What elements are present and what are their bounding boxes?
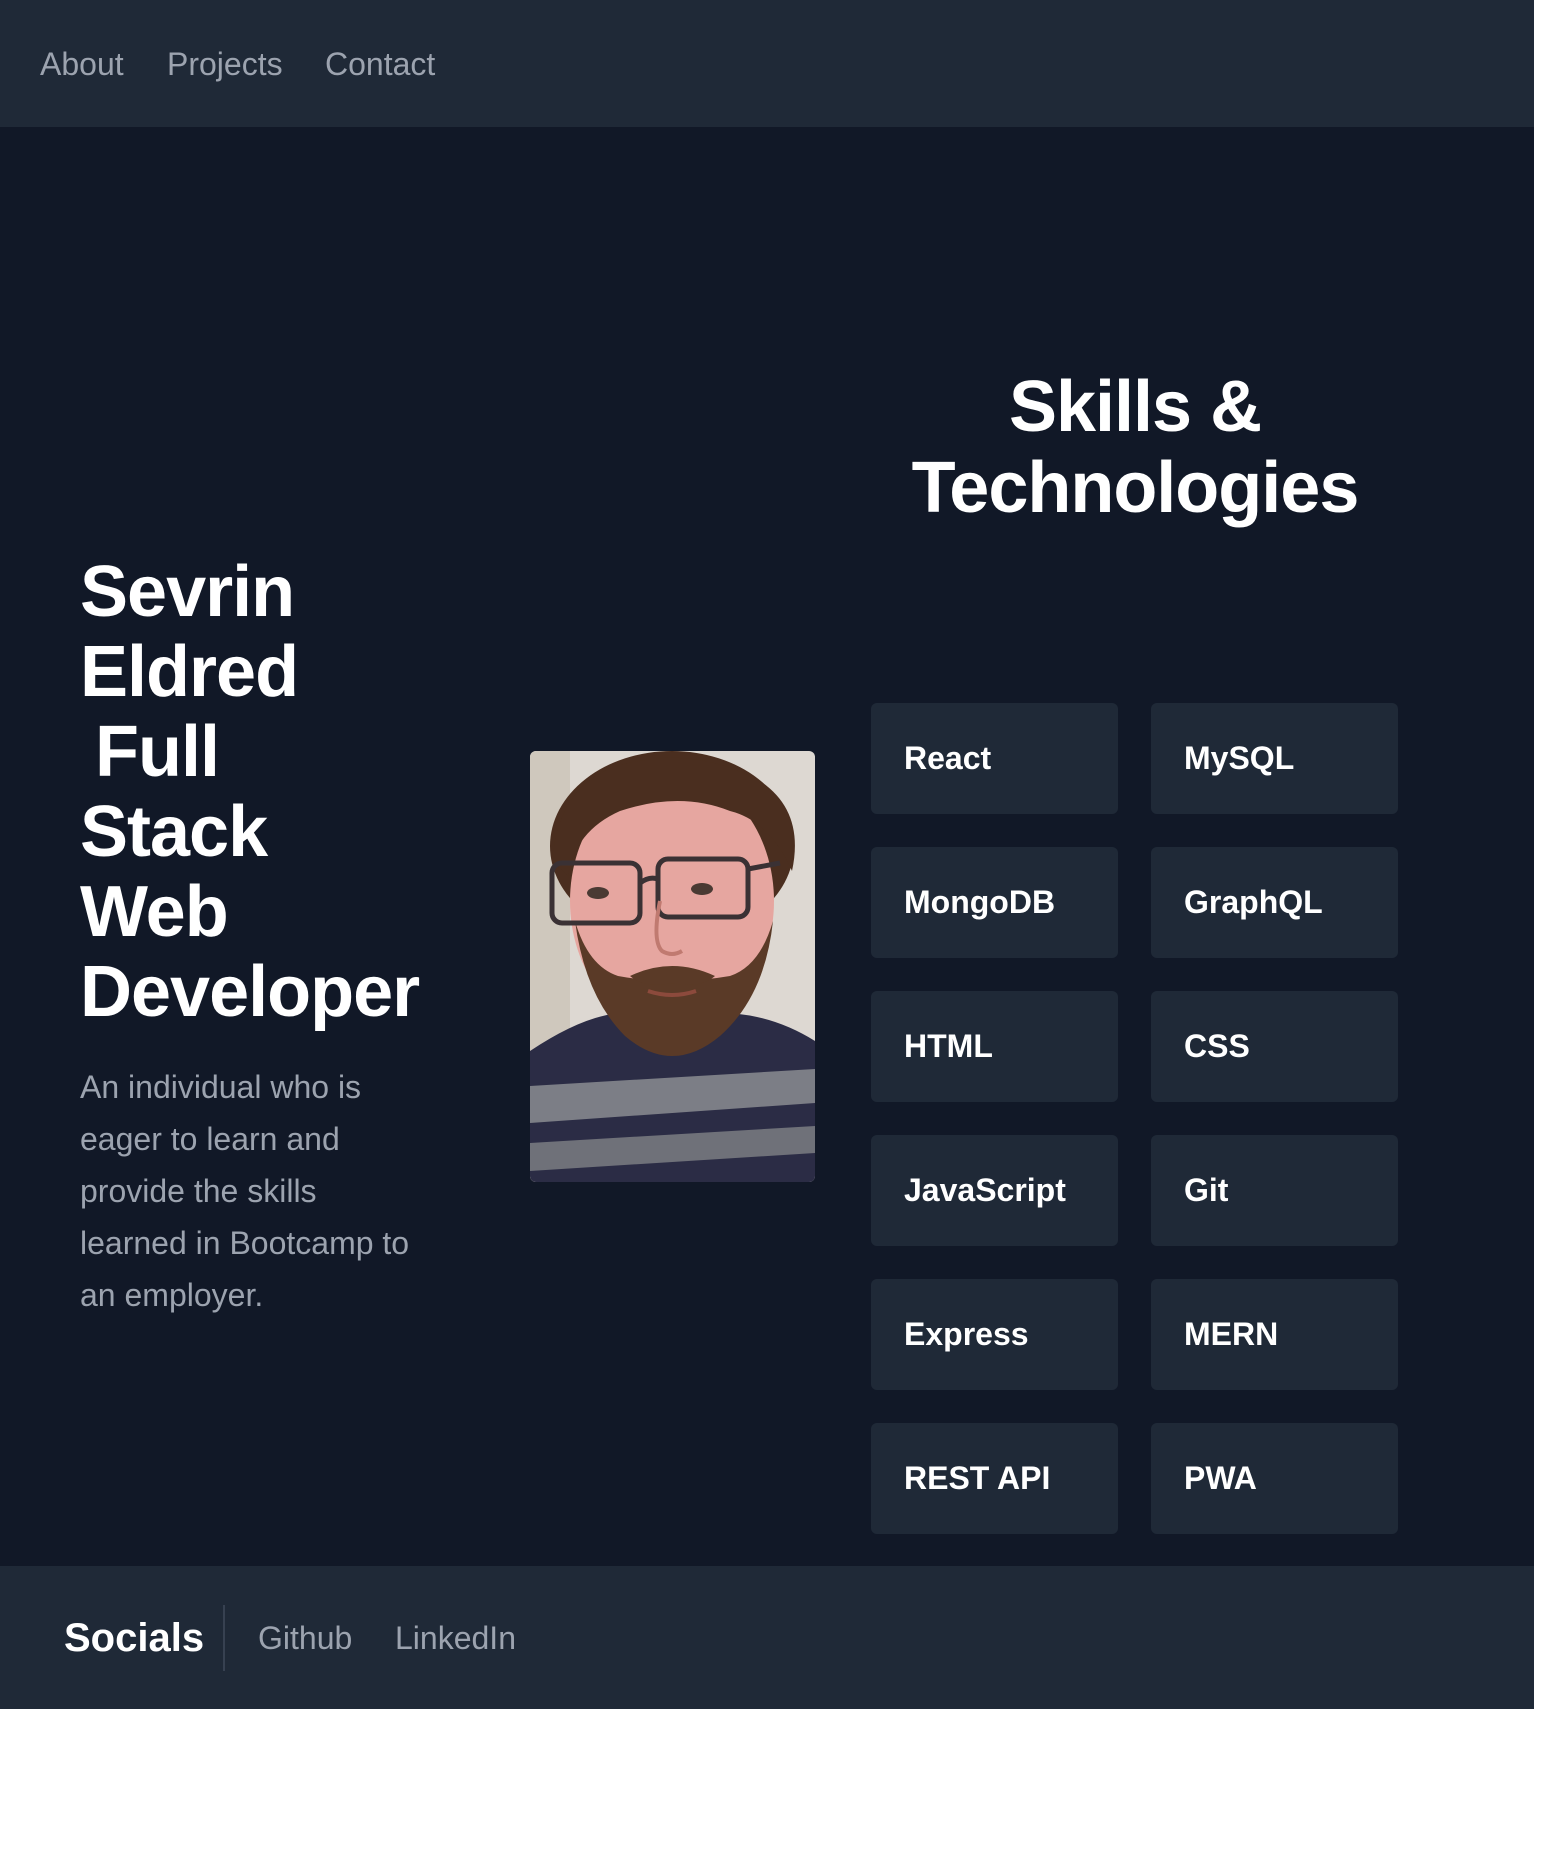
skill-card-mongodb: MongoDB [871,847,1118,958]
skill-card-git: Git [1151,1135,1398,1246]
skill-card-graphql: GraphQL [1151,847,1398,958]
footer: Socials Github LinkedIn [0,1566,1534,1709]
skill-card-css: CSS [1151,991,1398,1102]
skills-title-line-1: Skills & [1008,367,1262,447]
skill-card-react: React [871,703,1118,814]
heading-line-first-name: Sevrin [80,552,295,632]
socials-title: Socials [64,1616,205,1660]
intro-heading: Sevrin Eldred Full Stack Web Developer [80,552,460,1032]
nav-link-projects[interactable]: Projects [167,44,283,84]
heading-line-stack: Stack [80,792,268,872]
skills-title-line-2: Technologies [911,448,1360,528]
skill-card-mern: MERN [1151,1279,1398,1390]
skill-card-express: Express [871,1279,1118,1390]
intro-description: An individual who is eager to learn and … [80,1069,410,1313]
nav-link-about[interactable]: About [40,44,124,84]
profile-photo [530,751,815,1182]
linkedin-link[interactable]: LinkedIn [395,1618,516,1658]
skills-title: Skills & Technologies [870,367,1400,529]
footer-divider [223,1605,225,1671]
page-frame: About Projects Contact Sevrin Eldred Ful… [0,0,1534,1709]
skills-grid: React MySQL MongoDB GraphQL HTML CSS Jav… [871,703,1398,1534]
nav-link-contact[interactable]: Contact [325,44,435,84]
skill-card-javascript: JavaScript [871,1135,1118,1246]
skill-card-mysql: MySQL [1151,703,1398,814]
skill-card-html: HTML [871,991,1118,1102]
skill-card-rest-api: REST API [871,1423,1118,1534]
heading-line-web: Web [80,872,229,952]
github-link[interactable]: Github [258,1618,352,1658]
top-nav: About Projects Contact [0,0,1534,127]
skill-card-pwa: PWA [1151,1423,1398,1534]
profile-photo-icon [530,751,815,1182]
heading-line-developer: Developer [80,952,420,1032]
heading-line-full: Full [95,712,220,792]
heading-line-last-name: Eldred [80,632,299,712]
